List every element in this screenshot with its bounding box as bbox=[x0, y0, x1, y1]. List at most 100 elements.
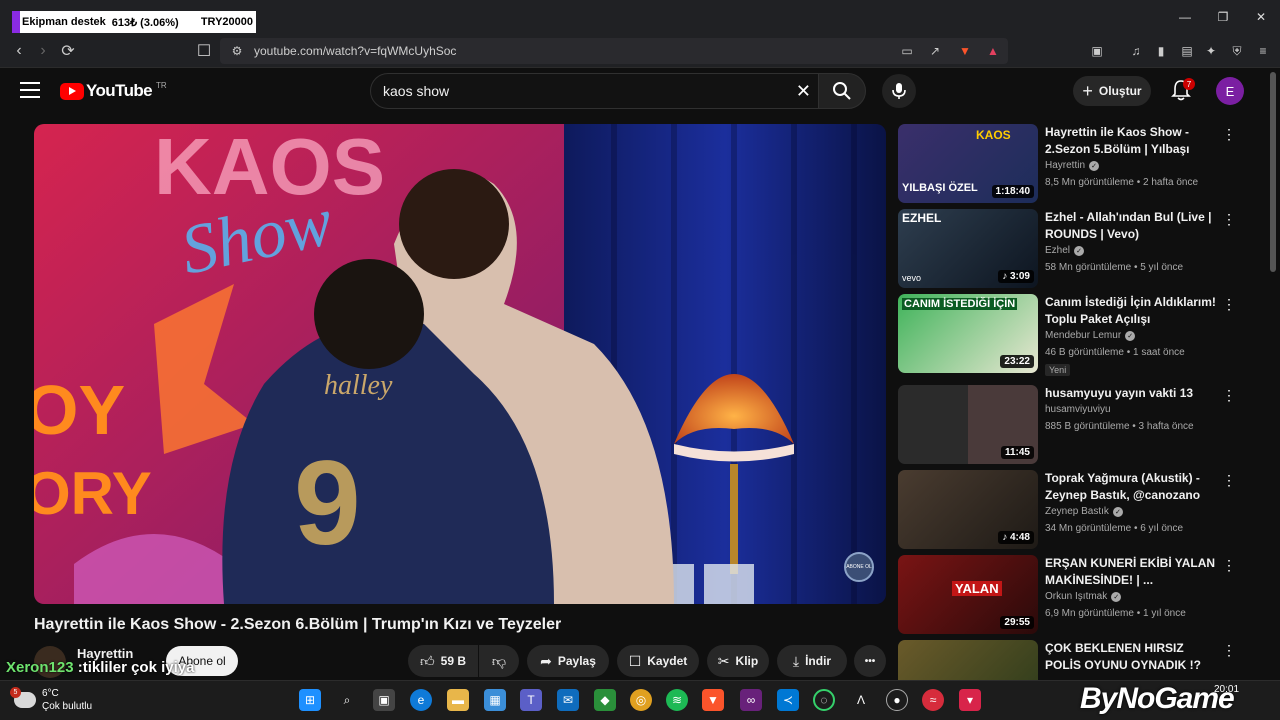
recommendation-channel[interactable]: Ezhel ✓ bbox=[1045, 245, 1085, 256]
youtube-logo[interactable]: YouTube TR bbox=[60, 81, 167, 101]
recommendation-item[interactable]: ÇOK BEKLENEN HIRSIZ POLİS OYUNU OYNADIK … bbox=[898, 640, 1258, 680]
file-explorer-icon[interactable]: ▬ bbox=[447, 689, 469, 711]
share-button[interactable]: ➦ Paylaş bbox=[527, 645, 609, 677]
recommendation-title[interactable]: Ezhel - Allah'ından Bul (Live | ROUNDS |… bbox=[1045, 209, 1217, 243]
voice-search-button[interactable] bbox=[882, 74, 916, 108]
vector-app-icon[interactable]: Λ bbox=[850, 689, 872, 711]
download-icon: ⤓ bbox=[792, 652, 800, 669]
clip-button[interactable]: ✂ Klip bbox=[707, 645, 769, 677]
teams-icon[interactable]: T bbox=[520, 689, 542, 711]
video-thumbnail[interactable]: YILBAŞI ÖZEL KAOS 1:18:40 bbox=[898, 124, 1038, 203]
audio-app-icon[interactable]: ≈ bbox=[922, 689, 944, 711]
cast-icon[interactable]: ▭ bbox=[898, 42, 916, 60]
recommendation-title[interactable]: Toprak Yağmura (Akustik) - Zeynep Bastık… bbox=[1045, 470, 1217, 504]
screenshot-icon[interactable]: ▣ bbox=[1088, 42, 1106, 60]
recommendation-item[interactable]: EZHEL vevo ♪ 3:09 Ezhel - Allah'ından Bu… bbox=[898, 209, 1258, 289]
hamburger-menu-icon[interactable] bbox=[20, 82, 40, 98]
mail-icon[interactable]: ✉ bbox=[557, 689, 579, 711]
thumbnail-text: EZHEL bbox=[902, 211, 942, 225]
site-info-icon[interactable]: ⚙ bbox=[228, 42, 246, 60]
brave-icon[interactable]: ▼ bbox=[702, 689, 724, 711]
cloud-icon: 5 bbox=[10, 687, 36, 708]
video-thumbnail[interactable]: YALAN 29:55 bbox=[898, 555, 1038, 634]
more-options-icon[interactable]: ⋮ bbox=[1222, 211, 1236, 228]
bookmark-icon[interactable]: ☐ bbox=[193, 41, 215, 61]
visual-studio-icon[interactable]: ∞ bbox=[740, 689, 762, 711]
video-thumbnail[interactable] bbox=[898, 640, 1038, 680]
share-icon[interactable]: ↗ bbox=[926, 42, 944, 60]
recommendation-channel[interactable]: Mendebur Lemur ✓ bbox=[1045, 330, 1136, 341]
reload-icon[interactable]: ⟳ bbox=[57, 41, 79, 61]
video-player[interactable]: KAOS Show OY ORY halley 9 ABONE OL bbox=[34, 124, 886, 604]
more-options-icon[interactable]: ⋮ bbox=[1222, 296, 1236, 313]
maximize-button[interactable]: ❐ bbox=[1204, 0, 1242, 34]
duration-badge: 11:45 bbox=[1000, 446, 1034, 459]
windows-start-icon[interactable]: ⊞ bbox=[299, 689, 321, 711]
download-button[interactable]: ⤓ İndir bbox=[777, 645, 847, 677]
address-bar[interactable]: ⚙ youtube.com/watch?v=fqWMcUyhSoc ▭ ↗ ▼ … bbox=[220, 38, 1008, 64]
vscode-icon[interactable]: ≺ bbox=[777, 689, 799, 711]
duration-badge: 1:18:40 bbox=[991, 185, 1034, 198]
recommendation-title[interactable]: husamyuyu yayın vakti 13 bbox=[1045, 385, 1217, 402]
chrome-icon[interactable]: ◎ bbox=[630, 689, 652, 711]
more-options-icon[interactable]: ⋮ bbox=[1222, 642, 1236, 659]
weather-widget[interactable]: 5 6°C Çok bulutlu bbox=[10, 687, 92, 713]
clear-search-icon[interactable]: ✕ bbox=[796, 81, 811, 102]
video-thumbnail[interactable]: 11:45 bbox=[898, 385, 1038, 464]
sidebar-icon[interactable]: ▮ bbox=[1152, 42, 1170, 60]
back-icon[interactable]: ‹ bbox=[8, 41, 30, 61]
brave-rewards-icon[interactable]: ▲ bbox=[984, 42, 1002, 60]
recommendation-title[interactable]: ERŞAN KUNERİ EKİBİ YALAN MAKİNESİNDE! | … bbox=[1045, 555, 1217, 589]
leo-icon[interactable]: ✦ bbox=[1202, 42, 1220, 60]
save-button[interactable]: ☐ Kaydet bbox=[617, 645, 699, 677]
recommendation-channel[interactable]: Orkun Işıtmak ✓ bbox=[1045, 591, 1122, 602]
like-count: 59 B bbox=[440, 654, 466, 668]
search-button[interactable] bbox=[818, 73, 866, 109]
recommendation-channel[interactable]: husamviyuviyu bbox=[1045, 404, 1111, 415]
dislike-button[interactable]: 👎︎ bbox=[479, 645, 519, 677]
page-scrollbar[interactable] bbox=[1270, 72, 1276, 272]
recommendation-title[interactable]: Canım İstediği İçin Aldıklarım! Toplu Pa… bbox=[1045, 294, 1217, 328]
pocket-app-icon[interactable]: ▾ bbox=[959, 689, 981, 711]
store-icon[interactable]: ▦ bbox=[484, 689, 506, 711]
razer-icon[interactable]: ◌ bbox=[813, 689, 835, 711]
recommendation-title[interactable]: ÇOK BEKLENEN HIRSIZ POLİS OYUNU OYNADIK … bbox=[1045, 640, 1217, 674]
recommendation-channel[interactable]: Hayrettin ✓ bbox=[1045, 160, 1100, 171]
more-options-icon[interactable]: ⋮ bbox=[1222, 126, 1236, 143]
wallet-icon[interactable]: ▤ bbox=[1178, 42, 1196, 60]
recommendation-item[interactable]: 11:45 husamyuyu yayın vakti 13 husamviyu… bbox=[898, 385, 1258, 465]
subscribe-watermark-badge[interactable]: ABONE OL bbox=[844, 552, 874, 582]
account-avatar[interactable]: E bbox=[1216, 77, 1244, 105]
weather-temp: 6°C bbox=[42, 688, 59, 699]
close-window-button[interactable]: ✕ bbox=[1242, 0, 1280, 34]
search-input[interactable]: kaos show ✕ bbox=[370, 73, 822, 109]
minimize-button[interactable]: — bbox=[1166, 0, 1204, 34]
more-options-icon[interactable]: ⋮ bbox=[1222, 472, 1236, 489]
menu-icon[interactable]: ≡ bbox=[1254, 42, 1272, 60]
more-options-icon[interactable]: ⋮ bbox=[1222, 557, 1236, 574]
vpn-icon[interactable]: ⛨ bbox=[1228, 42, 1246, 60]
edge-icon[interactable]: e bbox=[410, 689, 432, 711]
video-thumbnail[interactable]: CANIM İSTEDİĞİ İÇİN 23:22 bbox=[898, 294, 1038, 373]
like-button[interactable]: 👍︎ 59 B bbox=[408, 645, 478, 677]
recommendation-item[interactable]: ♪ 4:48 Toprak Yağmura (Akustik) - Zeynep… bbox=[898, 470, 1258, 550]
weather-text: 6°C Çok bulutlu bbox=[42, 687, 92, 713]
more-options-icon[interactable]: ⋮ bbox=[1222, 387, 1236, 404]
video-thumbnail[interactable]: ♪ 4:48 bbox=[898, 470, 1038, 549]
create-button[interactable]: + Oluştur bbox=[1073, 76, 1151, 106]
forward-icon[interactable]: › bbox=[32, 41, 54, 61]
spotify-icon[interactable]: ≋ bbox=[666, 689, 688, 711]
video-thumbnail[interactable]: EZHEL vevo ♪ 3:09 bbox=[898, 209, 1038, 288]
recommendation-item[interactable]: CANIM İSTEDİĞİ İÇİN 23:22 Canım İstediği… bbox=[898, 294, 1258, 376]
recommendation-item[interactable]: YALAN 29:55 ERŞAN KUNERİ EKİBİ YALAN MAK… bbox=[898, 555, 1258, 635]
recommendation-item[interactable]: YILBAŞI ÖZEL KAOS 1:18:40 Hayrettin ile … bbox=[898, 124, 1258, 204]
music-icon[interactable]: ♫ bbox=[1127, 42, 1145, 60]
recommendation-title[interactable]: Hayrettin ile Kaos Show - 2.Sezon 5.Bölü… bbox=[1045, 124, 1217, 158]
recommendation-channel[interactable]: Zeynep Bastık ✓ bbox=[1045, 506, 1123, 517]
more-actions-button[interactable]: ••• bbox=[854, 645, 886, 677]
task-view-icon[interactable]: ▣ bbox=[373, 689, 395, 711]
brave-shield-icon[interactable]: ▼ bbox=[956, 42, 974, 60]
obs-icon[interactable]: ● bbox=[886, 689, 908, 711]
widget-app-icon[interactable]: ◆ bbox=[594, 689, 616, 711]
taskbar-search-icon[interactable]: ⌕ bbox=[336, 689, 358, 711]
